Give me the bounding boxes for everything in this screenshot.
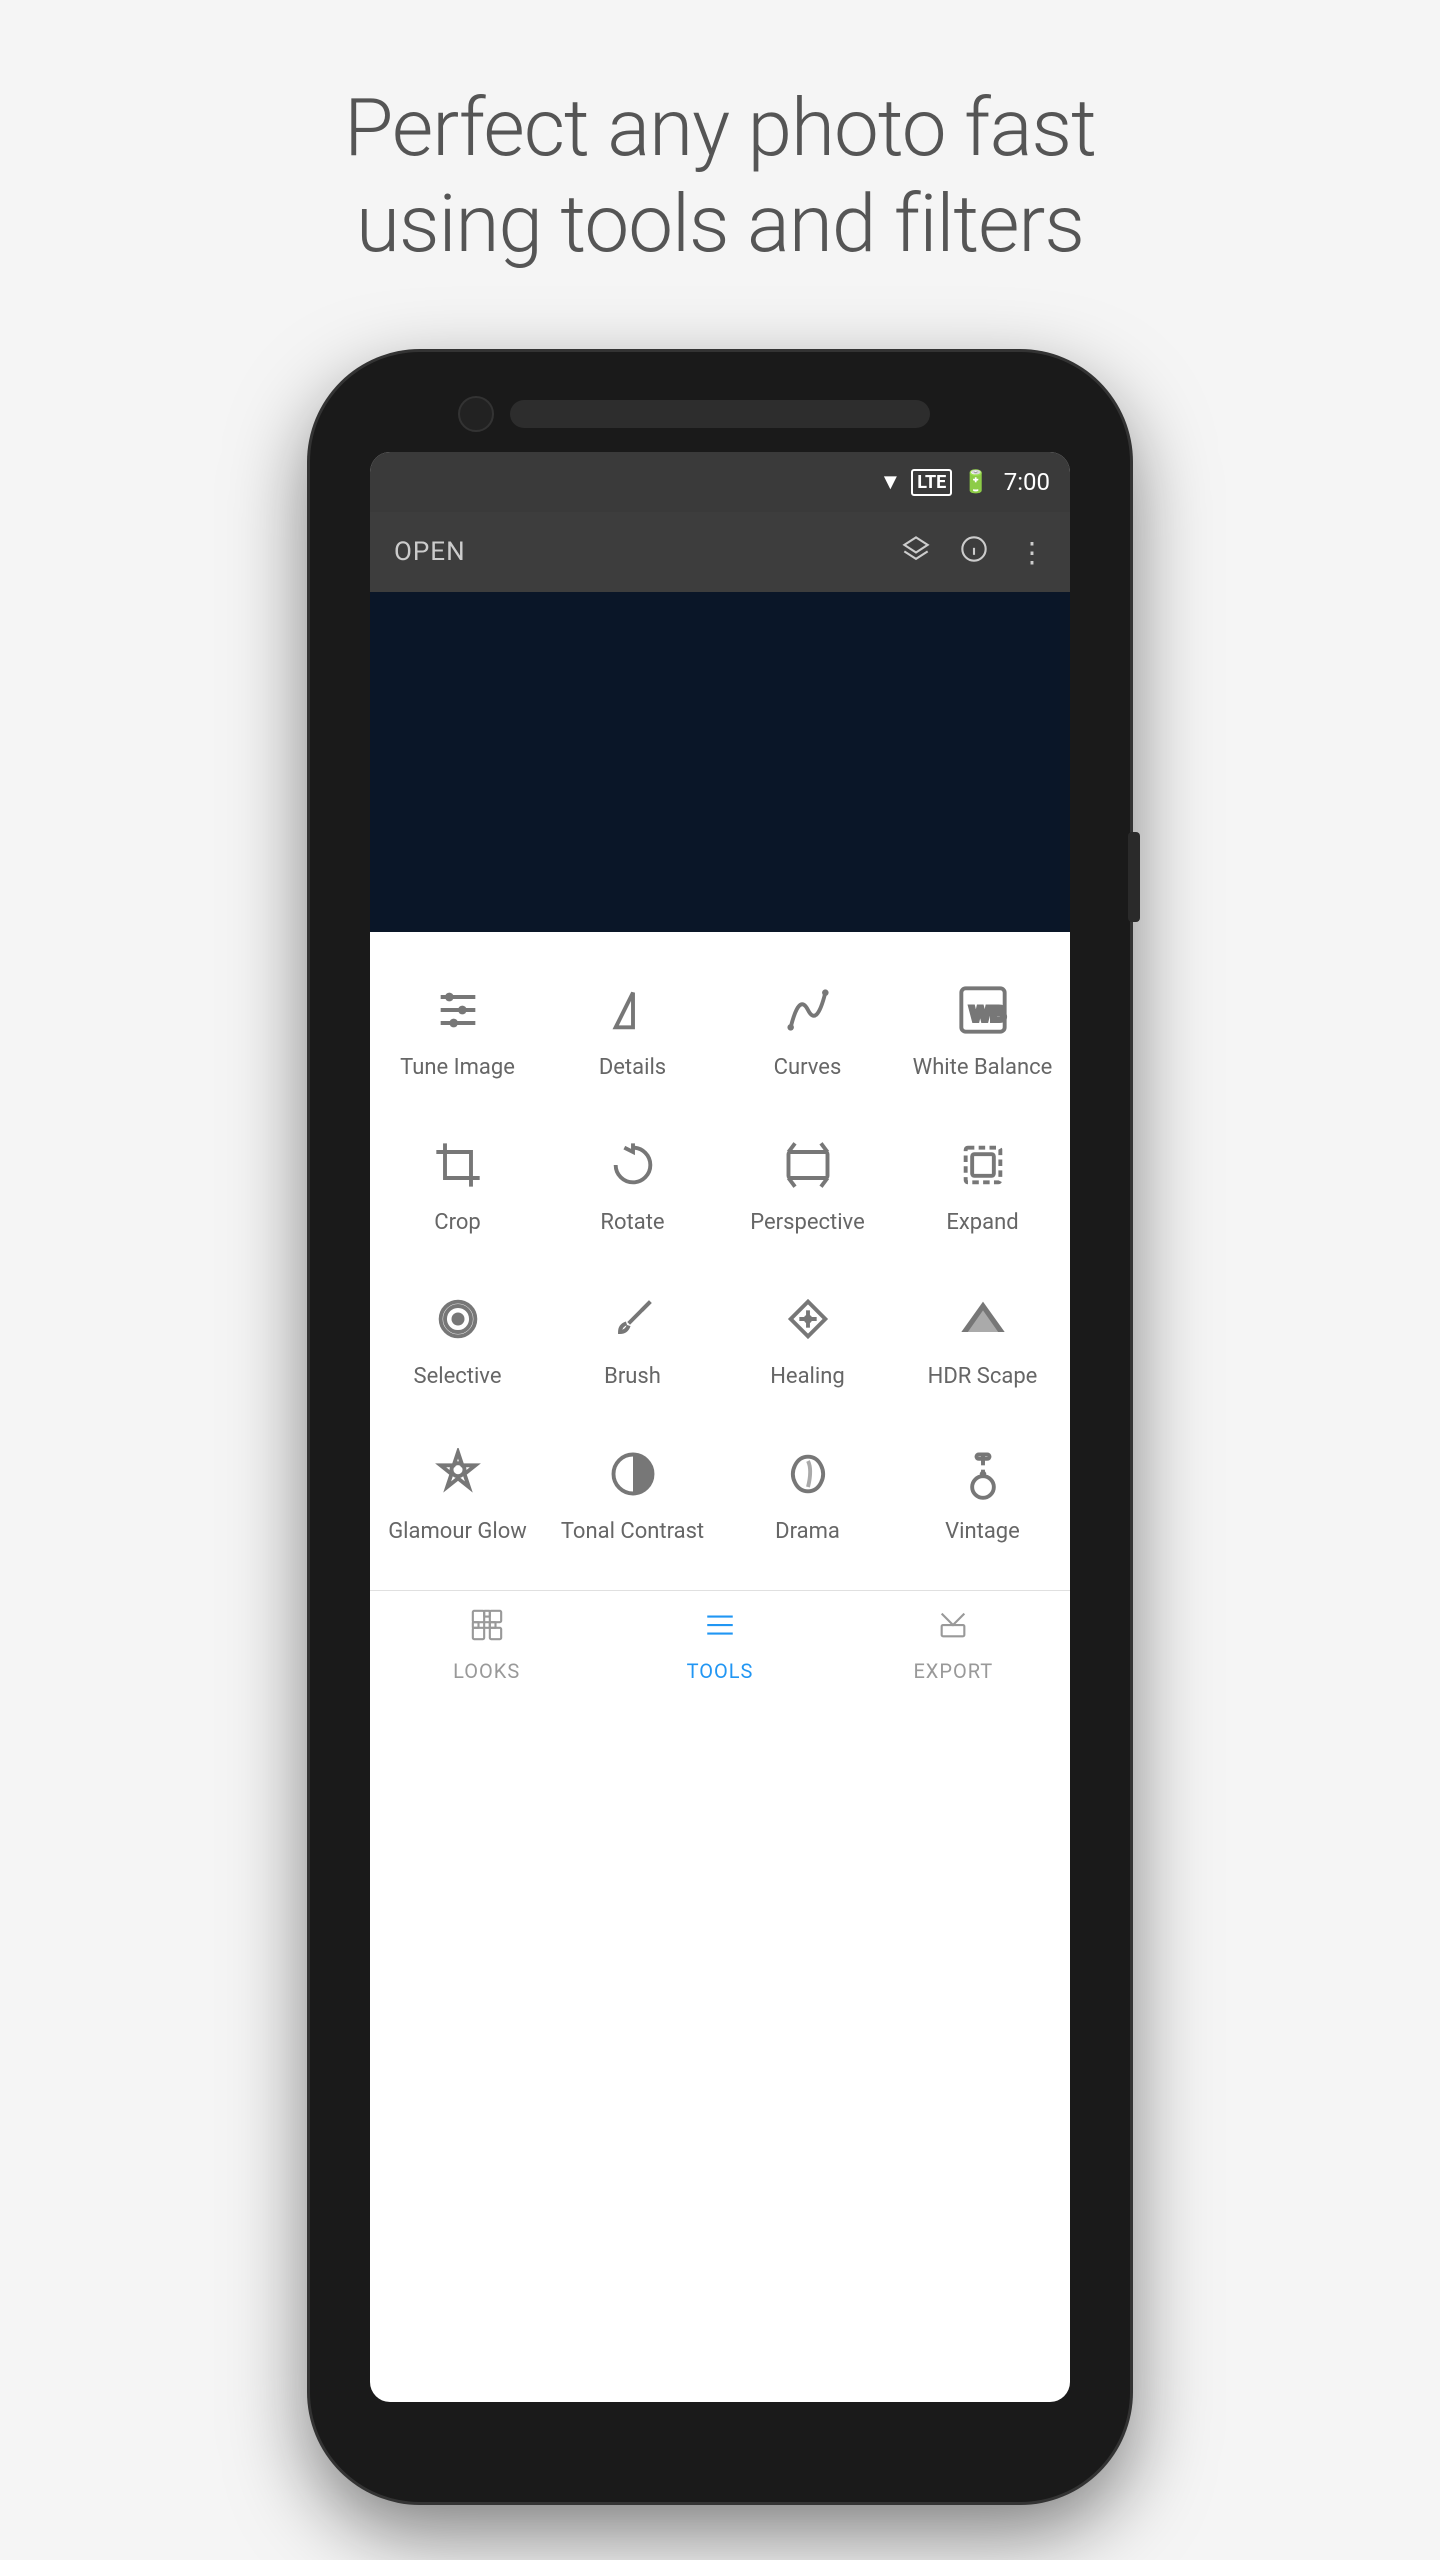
tool-details[interactable]: Details: [545, 952, 720, 1107]
tool-healing[interactable]: Healing: [720, 1261, 895, 1416]
tool-grid: Tune Image Details: [370, 952, 1070, 1570]
tools-icon: [703, 1608, 737, 1651]
wb-label: White Balance: [913, 1054, 1053, 1083]
app-toolbar: OPEN ⋮: [370, 512, 1070, 592]
phone-screen: ▼ LTE 🔋 7:00 OPEN: [370, 452, 1070, 2402]
open-button[interactable]: OPEN: [394, 537, 902, 567]
expand-label: Expand: [946, 1209, 1018, 1238]
clock: 7:00: [1004, 468, 1050, 496]
headline-line2: using tools and filters: [356, 177, 1084, 271]
lte-badge: LTE: [911, 469, 952, 496]
tools-label: TOOLS: [687, 1659, 754, 1683]
expand-icon: [953, 1135, 1013, 1195]
hdr-label: HDR Scape: [928, 1363, 1038, 1392]
details-label: Details: [599, 1054, 666, 1083]
more-icon[interactable]: ⋮: [1018, 536, 1046, 569]
photo-area: [370, 592, 1070, 932]
nav-tools[interactable]: TOOLS: [603, 1591, 836, 1700]
tool-brush[interactable]: Brush: [545, 1261, 720, 1416]
drama-icon: [778, 1444, 838, 1504]
nav-export[interactable]: EXPORT: [837, 1591, 1070, 1700]
details-icon: [603, 980, 663, 1040]
bottom-nav: LOOKS TOOLS EXPORT: [370, 1590, 1070, 1700]
tool-rotate[interactable]: Rotate: [545, 1107, 720, 1262]
toolbar-icons: ⋮: [902, 535, 1046, 570]
battery-icon: 🔋: [962, 470, 989, 495]
tune-image-icon: [428, 980, 488, 1040]
phone-camera: [458, 396, 494, 432]
drama-label: Drama: [775, 1518, 840, 1547]
curves-icon: [778, 980, 838, 1040]
phone-mockup: ▼ LTE 🔋 7:00 OPEN: [310, 352, 1130, 2502]
tool-hdr-scape[interactable]: HDR Scape: [895, 1261, 1070, 1416]
curves-label: Curves: [774, 1054, 842, 1083]
perspective-label: Perspective: [750, 1209, 864, 1238]
tool-curves[interactable]: Curves: [720, 952, 895, 1107]
tool-expand[interactable]: Expand: [895, 1107, 1070, 1262]
wifi-icon: ▼: [880, 469, 902, 495]
headline: Perfect any photo fast using tools and f…: [284, 80, 1156, 272]
info-icon[interactable]: [960, 535, 988, 570]
looks-icon: [470, 1608, 504, 1651]
tool-tune-image[interactable]: Tune Image: [370, 952, 545, 1107]
export-label: EXPORT: [913, 1659, 993, 1683]
rotate-icon: [603, 1135, 663, 1195]
tool-vintage[interactable]: Vintage: [895, 1416, 1070, 1571]
tool-glamour-glow[interactable]: Glamour Glow: [370, 1416, 545, 1571]
tool-selective[interactable]: Selective: [370, 1261, 545, 1416]
crop-label: Crop: [434, 1209, 480, 1238]
glamour-label: Glamour Glow: [388, 1518, 527, 1547]
looks-label: LOOKS: [453, 1659, 520, 1683]
tool-tonal-contrast[interactable]: Tonal Contrast: [545, 1416, 720, 1571]
healing-icon: [778, 1289, 838, 1349]
svg-text:WB: WB: [970, 1001, 1006, 1026]
layers-icon[interactable]: [902, 535, 930, 570]
crop-icon: [428, 1135, 488, 1195]
tune-image-label: Tune Image: [400, 1054, 515, 1083]
power-button: [1128, 832, 1140, 922]
nav-looks[interactable]: LOOKS: [370, 1591, 603, 1700]
phone-speaker: [510, 400, 930, 428]
perspective-icon: [778, 1135, 838, 1195]
tool-white-balance[interactable]: WB White Balance: [895, 952, 1070, 1107]
tool-drama[interactable]: Drama: [720, 1416, 895, 1571]
glamour-icon: [428, 1444, 488, 1504]
hdr-icon: [953, 1289, 1013, 1349]
brush-label: Brush: [604, 1363, 661, 1392]
tonal-label: Tonal Contrast: [561, 1518, 704, 1547]
tonal-icon: [603, 1444, 663, 1504]
brush-icon: [603, 1289, 663, 1349]
headline-line1: Perfect any photo fast: [344, 81, 1096, 175]
vintage-label: Vintage: [945, 1518, 1020, 1547]
tool-crop[interactable]: Crop: [370, 1107, 545, 1262]
tool-perspective[interactable]: Perspective: [720, 1107, 895, 1262]
selective-icon: [428, 1289, 488, 1349]
selective-label: Selective: [414, 1363, 502, 1392]
wb-icon: WB: [953, 980, 1013, 1040]
status-bar: ▼ LTE 🔋 7:00: [370, 452, 1070, 512]
rotate-label: Rotate: [600, 1209, 664, 1238]
vintage-icon: [953, 1444, 1013, 1504]
healing-label: Healing: [770, 1363, 845, 1392]
export-icon: [936, 1608, 970, 1651]
tools-panel: Tune Image Details: [370, 932, 1070, 1590]
